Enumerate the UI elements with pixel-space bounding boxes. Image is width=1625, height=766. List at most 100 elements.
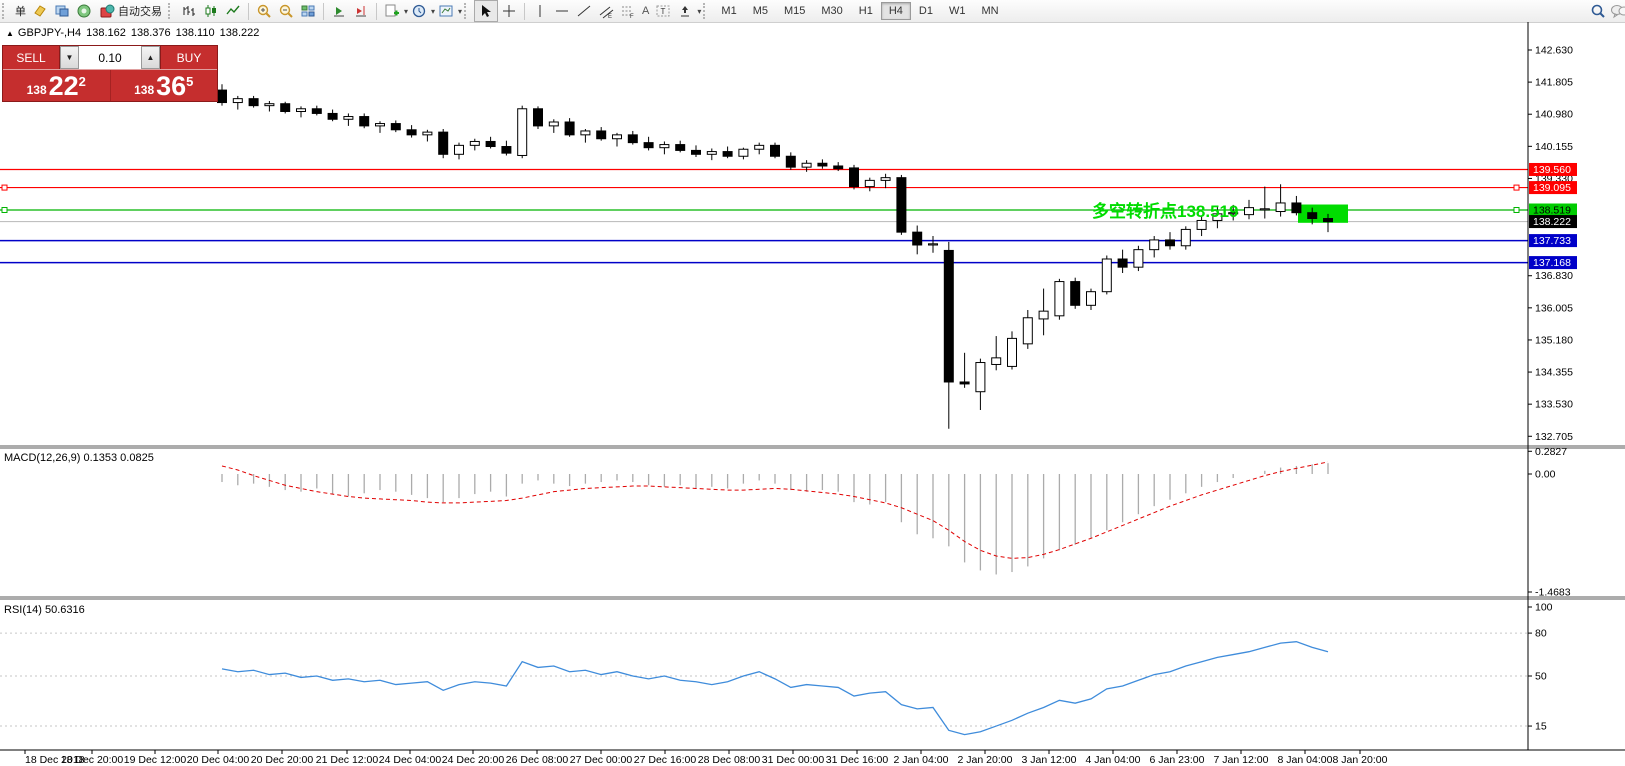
price-tick-label: 136.830 (1535, 270, 1573, 282)
level-endpoint-marker[interactable] (2, 185, 7, 190)
candle (423, 132, 432, 135)
candle (455, 145, 464, 154)
buy-button[interactable]: BUY (161, 46, 217, 69)
collapse-panel-icon[interactable]: ▲ (6, 29, 14, 38)
level-endpoint-marker[interactable] (1514, 207, 1519, 212)
price-tick-label: 133.530 (1535, 399, 1573, 411)
price-badge-label: 139.095 (1533, 182, 1571, 194)
candle (486, 141, 495, 146)
candle (281, 104, 290, 112)
price-tick-label: 142.630 (1535, 45, 1573, 57)
symbol-period-label: GBPJPY-,H4 (18, 27, 81, 39)
candle (312, 109, 321, 114)
time-label: 31 Dec 16:00 (826, 754, 889, 766)
candle (1023, 318, 1032, 344)
buy-price-prefix: 138 (134, 83, 154, 100)
level-endpoint-marker[interactable] (2, 207, 7, 212)
candle (1087, 292, 1096, 306)
candle (1008, 338, 1017, 366)
macd-tick-label: 0.00 (1535, 469, 1556, 481)
candle (1071, 282, 1080, 306)
candle (771, 145, 780, 156)
sell-price-pip: 2 (79, 74, 86, 89)
time-label: 20 Dec 20:00 (251, 754, 314, 766)
candle (929, 244, 938, 245)
candle (502, 147, 511, 154)
candle (565, 122, 574, 135)
candle (581, 131, 590, 135)
macd-label: MACD(12,26,9) 0.1353 0.0825 (4, 452, 154, 464)
candle (755, 145, 764, 149)
time-label: 26 Dec 08:00 (506, 754, 569, 766)
candle (218, 90, 227, 102)
candle (1055, 282, 1064, 316)
candle (265, 104, 274, 106)
rsi-label: RSI(14) 50.6316 (4, 604, 85, 616)
rsi-tick-label: 100 (1535, 602, 1553, 614)
candle (834, 166, 843, 169)
time-label: 21 Dec 12:00 (316, 754, 379, 766)
sell-price[interactable]: 138222 (3, 70, 111, 101)
candle (850, 168, 859, 187)
time-label: 18 Dec 20:00 (61, 754, 124, 766)
price-tick-label: 136.005 (1535, 302, 1573, 314)
price-badge-label: 139.560 (1533, 164, 1571, 176)
candle (1150, 240, 1159, 250)
annotation-text[interactable]: 多空转折点138.519 (1092, 201, 1238, 221)
buy-price-pip: 5 (186, 74, 193, 89)
ohlc-low: 138.110 (176, 27, 215, 39)
level-endpoint-marker[interactable] (1514, 185, 1519, 190)
candle (534, 109, 543, 126)
candle (976, 363, 985, 392)
ohlc-open: 138.162 (86, 27, 126, 39)
candle (676, 145, 685, 151)
candle (897, 178, 906, 232)
time-label: 2 Jan 20:00 (958, 754, 1013, 766)
candle (1245, 208, 1254, 215)
volume-stepper: ▼ ▲ (59, 46, 161, 69)
chart-header: ▲GBPJPY-,H4138.162138.376138.110138.222 (6, 27, 264, 39)
ohlc-high: 138.376 (131, 27, 171, 39)
rsi-line (222, 642, 1328, 735)
macd-tick-label: -1.4683 (1535, 587, 1571, 599)
rsi-tick-label: 80 (1535, 628, 1547, 640)
buy-price-main: 36 (156, 73, 186, 100)
price-badge-label: 137.168 (1533, 257, 1571, 269)
candle (1308, 213, 1317, 219)
time-label: 24 Dec 20:00 (442, 754, 505, 766)
candle (1166, 240, 1175, 246)
candle (960, 382, 969, 384)
candle (613, 135, 622, 139)
sell-price-prefix: 138 (27, 83, 47, 100)
buy-price[interactable]: 138365 (111, 70, 218, 101)
candle (944, 250, 953, 382)
candle (1118, 259, 1127, 267)
sell-price-main: 22 (49, 73, 79, 100)
candle (407, 130, 416, 135)
time-label: 24 Dec 04:00 (379, 754, 442, 766)
price-badge-label: 138.222 (1533, 216, 1571, 228)
candle (1181, 229, 1190, 245)
price-tick-label: 135.180 (1535, 334, 1573, 346)
time-label: 19 Dec 12:00 (124, 754, 187, 766)
candle (644, 143, 653, 148)
time-label: 20 Dec 04:00 (187, 754, 250, 766)
candle (470, 141, 479, 145)
candle (865, 180, 874, 186)
candle (1039, 311, 1048, 319)
time-label: 31 Dec 00:00 (762, 754, 825, 766)
time-label: 8 Jan 20:00 (1333, 754, 1388, 766)
candle (1276, 203, 1285, 212)
candle (881, 178, 890, 181)
time-label: 2 Jan 04:00 (894, 754, 949, 766)
chart-area[interactable]: 多空转折点138.519142.630141.805140.980140.155… (0, 0, 1625, 766)
volume-increase-button[interactable]: ▲ (141, 46, 160, 69)
candle (549, 122, 558, 126)
time-label: 28 Dec 08:00 (698, 754, 761, 766)
sell-button[interactable]: SELL (3, 46, 59, 69)
volume-input[interactable] (79, 46, 141, 69)
one-click-trading-panel: SELL ▼ ▲ BUY 138222 138365 (2, 45, 218, 102)
time-label: 4 Jan 04:00 (1086, 754, 1141, 766)
candle (628, 135, 637, 143)
volume-decrease-button[interactable]: ▼ (60, 46, 79, 69)
